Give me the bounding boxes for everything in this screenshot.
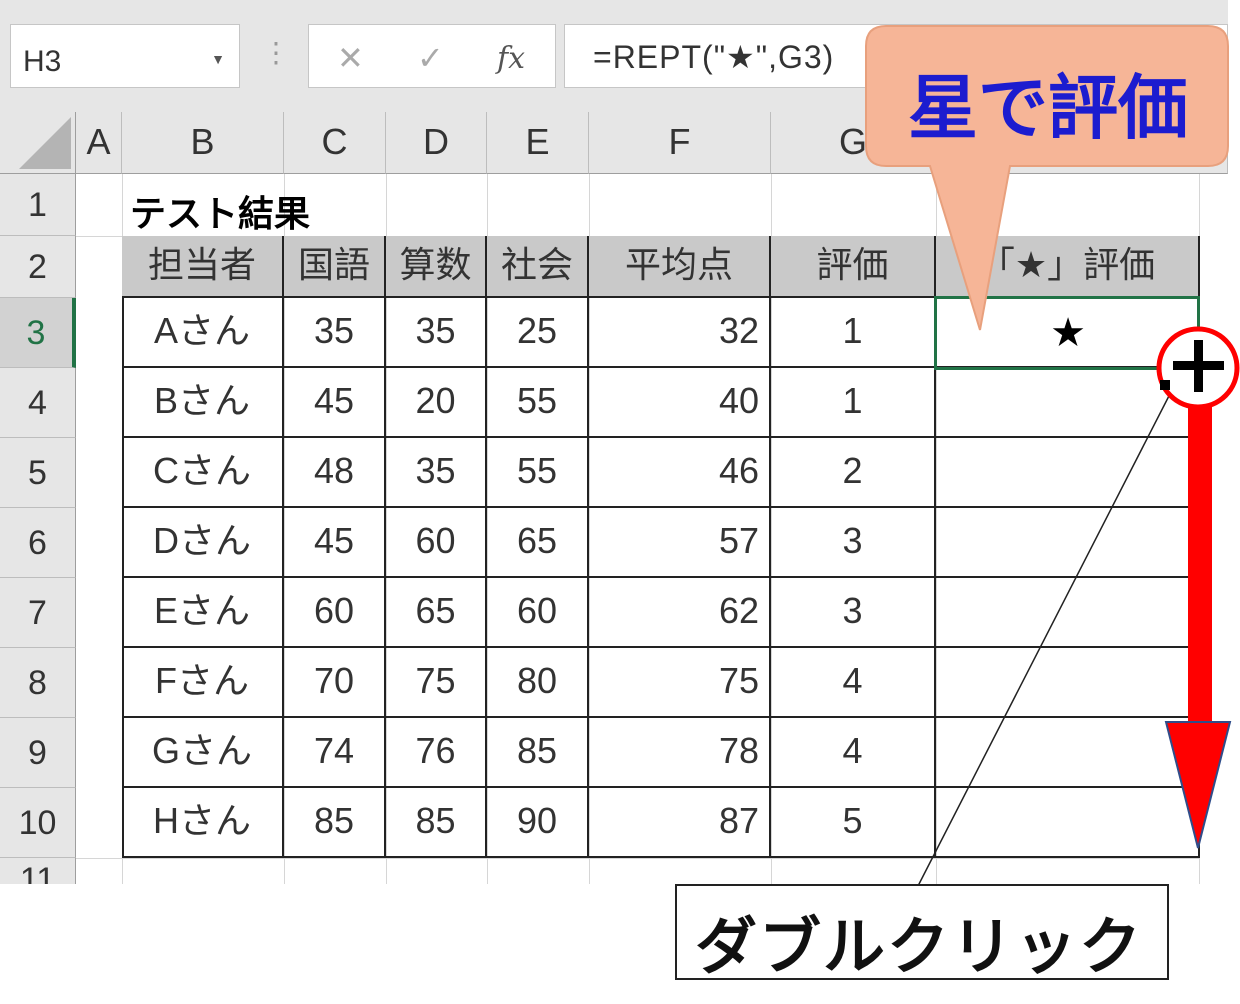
double-click-label: ダブルクリック [695,913,1144,982]
double-click-callout: ダブルクリック [675,884,1169,982]
leader-line [917,389,1173,887]
callout-title: 星で評価 [908,69,1188,147]
down-arrow-icon [1164,398,1232,849]
star-rating-cell[interactable]: ★ [936,298,1200,368]
